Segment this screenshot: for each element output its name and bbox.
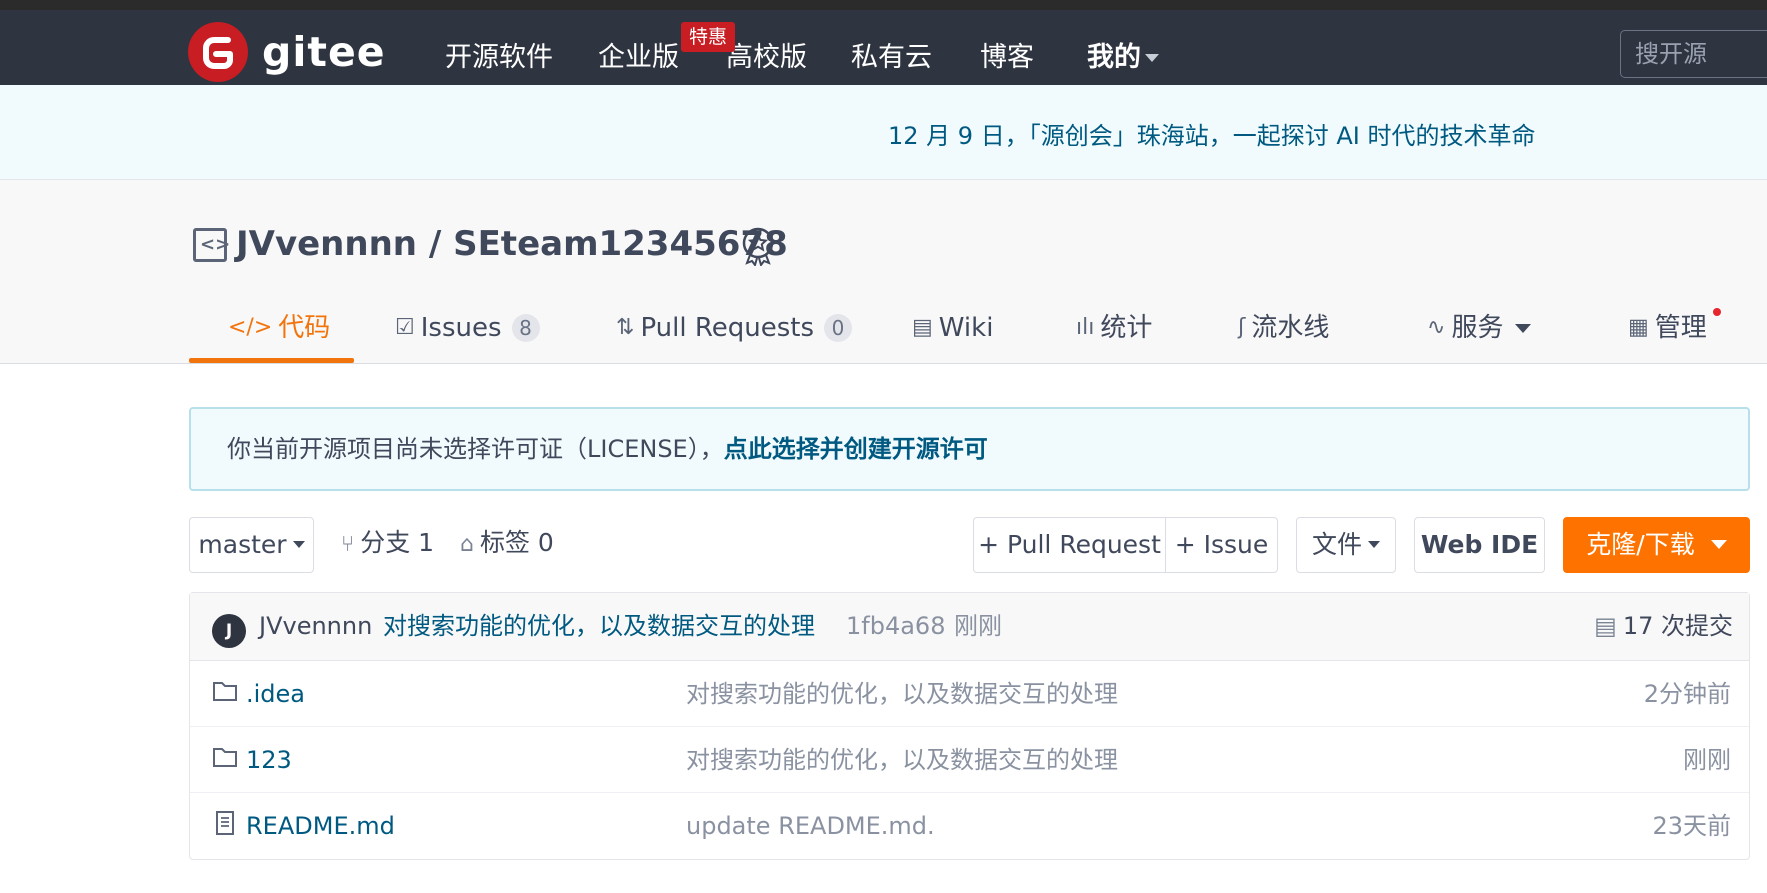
- nav-open-source[interactable]: 开源软件: [445, 40, 553, 76]
- tab-manage-label: 管理: [1654, 313, 1707, 343]
- service-icon: ∿: [1427, 315, 1446, 340]
- stats-icon: ılı: [1076, 315, 1095, 340]
- avatar[interactable]: J: [212, 614, 246, 648]
- new-pull-request-button[interactable]: + Pull Request: [973, 517, 1166, 573]
- license-notice-text: 你当前开源项目尚未选择许可证（LICENSE），点此选择并创建开源许可: [227, 434, 988, 464]
- wiki-icon: ▤: [912, 315, 933, 340]
- manage-notification-dot: [1713, 308, 1721, 316]
- web-ide-button[interactable]: Web IDE: [1414, 517, 1545, 573]
- gitee-logo[interactable]: gitee: [188, 22, 386, 82]
- tab-code-label: 代码: [278, 313, 331, 343]
- chevron-down-icon: [1515, 324, 1532, 333]
- license-notice-message: 你当前开源项目尚未选择许可证（LICENSE），: [227, 435, 724, 463]
- tab-wiki-label: Wiki: [938, 313, 994, 343]
- tab-code[interactable]: </> 代码: [228, 310, 330, 362]
- repo-header: <> JVvennnn / SEteam12345678 </> 代码 ☑ Is…: [0, 180, 1767, 364]
- window-top-strip: [0, 0, 1767, 10]
- nav-enterprise[interactable]: 企业版: [598, 40, 679, 76]
- new-issue-button[interactable]: + Issue: [1165, 517, 1278, 573]
- file-name[interactable]: README.md: [246, 810, 395, 842]
- recommend-badge-icon[interactable]: [740, 226, 776, 266]
- license-notice: 你当前开源项目尚未选择许可证（LICENSE），点此选择并创建开源许可: [189, 407, 1750, 491]
- clone-download-label: 克隆/下载: [1586, 530, 1695, 559]
- promo-badge: 特惠: [681, 22, 736, 52]
- folder-icon: [213, 682, 237, 701]
- file-time: 23天前: [1652, 812, 1731, 840]
- table-row: .idea 对搜索功能的优化，以及数据交互的处理 2分钟前: [190, 661, 1749, 727]
- file-time: 刚刚: [1683, 746, 1731, 774]
- chevron-down-icon: [1145, 53, 1159, 62]
- top-navbar: gitee 开源软件 企业版 高校版 私有云 博客 我的 特惠 搜开源: [0, 10, 1767, 85]
- file-list: J JVvennnn 对搜索功能的优化，以及数据交互的处理 1fb4a68 刚刚…: [189, 592, 1750, 860]
- file-time: 2分钟前: [1643, 680, 1731, 708]
- nav-blog[interactable]: 博客: [980, 40, 1034, 76]
- tab-pipeline-label: 流水线: [1251, 313, 1330, 343]
- tab-pull-requests[interactable]: ⇅ Pull Requests 0: [616, 310, 853, 362]
- announcement-link[interactable]: 12 月 9 日，「源创会」珠海站，一起探讨 AI 时代的技术革命: [888, 121, 1535, 151]
- logo-text: gitee: [262, 28, 386, 76]
- file-commit-message[interactable]: 对搜索功能的优化，以及数据交互的处理: [686, 744, 1118, 776]
- chevron-down-icon: [1710, 540, 1727, 549]
- tab-pull-requests-label: Pull Requests: [640, 313, 815, 343]
- tab-manage[interactable]: ▦ 管理: [1628, 310, 1707, 362]
- commits-icon: ▤: [1594, 612, 1617, 640]
- pull-request-icon: ⇅: [616, 315, 635, 340]
- create-license-link[interactable]: 点此选择并创建开源许可: [724, 435, 988, 463]
- tab-pipeline[interactable]: ʃ 流水线: [1238, 310, 1329, 362]
- active-tab-indicator: [189, 358, 354, 363]
- tags-link[interactable]: ⌂ 标签 0: [460, 526, 554, 562]
- latest-commit-row: J JVvennnn 对搜索功能的优化，以及数据交互的处理 1fb4a68 刚刚…: [190, 593, 1749, 661]
- tab-stats[interactable]: ılı 统计: [1076, 310, 1152, 362]
- commit-author[interactable]: JVvennnn: [259, 610, 372, 642]
- tags-count: 标签 0: [479, 528, 554, 557]
- table-row: 123 对搜索功能的优化，以及数据交互的处理 刚刚: [190, 727, 1749, 793]
- file-commit-message[interactable]: 对搜索功能的优化，以及数据交互的处理: [686, 678, 1118, 710]
- folder-icon: [213, 748, 237, 767]
- gitee-logo-icon: [188, 22, 248, 82]
- issues-count-badge: 8: [511, 314, 540, 342]
- file-commit-message[interactable]: update README.md.: [686, 810, 935, 842]
- commit-count-link[interactable]: ▤ 17 次提交: [1594, 610, 1733, 642]
- pull-requests-count-badge: 0: [824, 314, 853, 342]
- pipeline-icon: ʃ: [1238, 315, 1246, 340]
- tab-issues-label: Issues: [420, 313, 502, 343]
- file-menu-label: 文件: [1311, 530, 1362, 559]
- tab-service-label: 服务: [1451, 313, 1504, 343]
- issues-icon: ☑: [395, 315, 415, 340]
- file-name[interactable]: 123: [246, 744, 292, 776]
- branch-icon: ⑂: [341, 532, 355, 557]
- table-row: README.md update README.md. 23天前: [190, 793, 1749, 859]
- tag-icon: ⌂: [460, 532, 474, 557]
- nav-mine[interactable]: 我的: [1087, 40, 1159, 76]
- commit-time: 刚刚: [954, 612, 1002, 640]
- nav-mine-label: 我的: [1087, 42, 1141, 73]
- manage-icon: ▦: [1628, 315, 1649, 340]
- tab-stats-label: 统计: [1100, 313, 1153, 343]
- chevron-down-icon: [1368, 541, 1380, 548]
- nav-private-cloud[interactable]: 私有云: [851, 40, 932, 76]
- file-name[interactable]: .idea: [246, 678, 305, 710]
- branches-link[interactable]: ⑂ 分支 1: [341, 526, 434, 562]
- repo-title[interactable]: JVvennnn / SEteam12345678: [236, 222, 788, 266]
- search-input[interactable]: 搜开源: [1620, 30, 1767, 78]
- tab-issues[interactable]: ☑ Issues 8: [395, 310, 540, 362]
- commit-count: 17 次提交: [1622, 612, 1733, 640]
- clone-download-button[interactable]: 克隆/下载: [1563, 517, 1750, 573]
- nav-university[interactable]: 高校版: [726, 40, 807, 76]
- branch-select[interactable]: master: [189, 517, 314, 573]
- commit-hash[interactable]: 1fb4a68: [846, 610, 945, 642]
- file-icon: [216, 811, 234, 835]
- tab-service[interactable]: ∿ 服务: [1427, 310, 1532, 362]
- commit-message[interactable]: 对搜索功能的优化，以及数据交互的处理: [383, 610, 815, 642]
- tab-wiki[interactable]: ▤ Wiki: [912, 310, 993, 362]
- branches-count: 分支 1: [360, 528, 435, 557]
- branch-select-label: master: [198, 530, 287, 559]
- code-icon: </>: [228, 315, 273, 340]
- file-menu-button[interactable]: 文件: [1296, 517, 1396, 573]
- announcement-bar: 12 月 9 日，「源创会」珠海站，一起探讨 AI 时代的技术革命: [0, 85, 1767, 180]
- chevron-down-icon: [292, 541, 305, 548]
- repo-code-icon: <>: [193, 228, 230, 262]
